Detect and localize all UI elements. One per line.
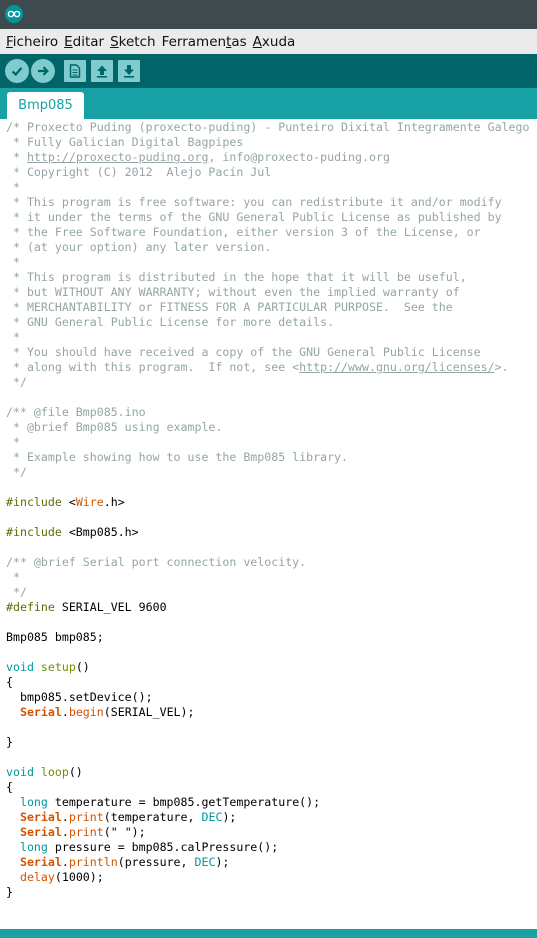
- code-line: void loop(): [6, 765, 83, 779]
- code-line: bmp085.setDevice();: [6, 690, 153, 704]
- code-line: /** @brief Serial port connection veloci…: [6, 555, 307, 569]
- upload-button[interactable]: [31, 59, 55, 83]
- code-line: Serial.print(temperature, DEC);: [19, 810, 237, 824]
- code-line: }: [6, 885, 13, 899]
- code-text: /* Proxecto Puding (proxecto-puding) - P…: [6, 120, 530, 900]
- code-line: delay(1000);: [19, 870, 104, 884]
- code-line: #include <Wire.h>: [6, 495, 125, 509]
- code-line: * You should have received a copy of the…: [6, 345, 481, 359]
- open-sketch-button[interactable]: [91, 60, 113, 82]
- tab-bmp085[interactable]: Bmp085: [7, 92, 84, 119]
- checkmark-icon: [11, 67, 23, 77]
- code-line: {: [6, 675, 13, 689]
- arduino-logo-icon: [5, 5, 23, 23]
- new-file-icon: [69, 64, 81, 78]
- code-line: void setup(): [6, 660, 90, 674]
- code-line: * Copyright (C) 2012 Alejo Pacín Jul: [6, 165, 272, 179]
- toolbar: [0, 54, 537, 88]
- code-line: * @brief Bmp085 using example.: [6, 420, 223, 434]
- code-line: */: [6, 375, 27, 389]
- code-line: #include <Bmp085.h>: [6, 525, 139, 539]
- code-line: #define SERIAL_VEL 9600: [6, 600, 167, 614]
- code-line: *: [6, 255, 20, 269]
- status-bar: [0, 929, 537, 938]
- arrow-up-icon: [97, 65, 107, 78]
- code-line: */: [6, 585, 27, 599]
- code-line: * GNU General Public License for more de…: [6, 315, 335, 329]
- code-line: long pressure = bmp085.calPressure();: [19, 840, 279, 854]
- code-line: * MERCHANTABILITY or FITNESS FOR A PARTI…: [6, 300, 453, 314]
- code-line: /** @file Bmp085.ino: [6, 405, 146, 419]
- code-line: Serial.println(pressure, DEC);: [19, 855, 230, 869]
- code-line: * http://proxecto-puding.org, info@proxe…: [6, 150, 390, 164]
- code-line: {: [6, 780, 13, 794]
- menu-bar: Ficheiro Editar Sketch Ferramentas Axuda: [0, 29, 537, 54]
- code-line: * Fully Galician Digital Bagpipes: [6, 135, 244, 149]
- code-line: }: [6, 735, 13, 749]
- code-line: * along with this program. If not, see <…: [6, 360, 509, 374]
- code-line: Bmp085 bmp085;: [6, 630, 104, 644]
- code-line: * but WITHOUT ANY WARRANTY; without even…: [6, 285, 460, 299]
- new-sketch-button[interactable]: [64, 60, 86, 82]
- verify-button[interactable]: [5, 59, 29, 83]
- code-line: * (at your option) any later version.: [6, 240, 272, 254]
- menu-item[interactable]: Editar: [64, 34, 104, 50]
- code-line: * it under the terms of the GNU General …: [6, 210, 502, 224]
- code-line: *: [6, 435, 20, 449]
- arrow-down-icon: [124, 65, 134, 78]
- menu-item[interactable]: Sketch: [110, 34, 156, 50]
- tab-bar: Bmp085: [0, 88, 537, 119]
- arrow-right-icon: [38, 66, 49, 76]
- code-line: *: [6, 180, 20, 194]
- code-line: * Example showing how to use the Bmp085 …: [6, 450, 349, 464]
- save-sketch-button[interactable]: [118, 60, 140, 82]
- code-line: *: [6, 570, 20, 584]
- code-line: *: [6, 330, 20, 344]
- menu-item[interactable]: Ferramentas: [162, 34, 247, 50]
- code-line: long temperature = bmp085.getTemperature…: [19, 795, 321, 809]
- code-editor[interactable]: /* Proxecto Puding (proxecto-puding) - P…: [0, 119, 537, 929]
- code-line: * This program is distributed in the hop…: [6, 270, 467, 284]
- code-line: Serial.print(" ");: [19, 825, 146, 839]
- code-line: * This program is free software: you can…: [6, 195, 502, 209]
- code-line: /* Proxecto Puding (proxecto-puding) - P…: [6, 120, 530, 134]
- title-bar: [0, 0, 537, 29]
- menu-item[interactable]: Axuda: [253, 34, 296, 50]
- menu-item[interactable]: Ficheiro: [6, 34, 58, 50]
- code-line: Serial.begin(SERIAL_VEL);: [19, 705, 195, 719]
- code-line: * the Free Software Foundation, either v…: [6, 225, 481, 239]
- code-line: */: [6, 465, 27, 479]
